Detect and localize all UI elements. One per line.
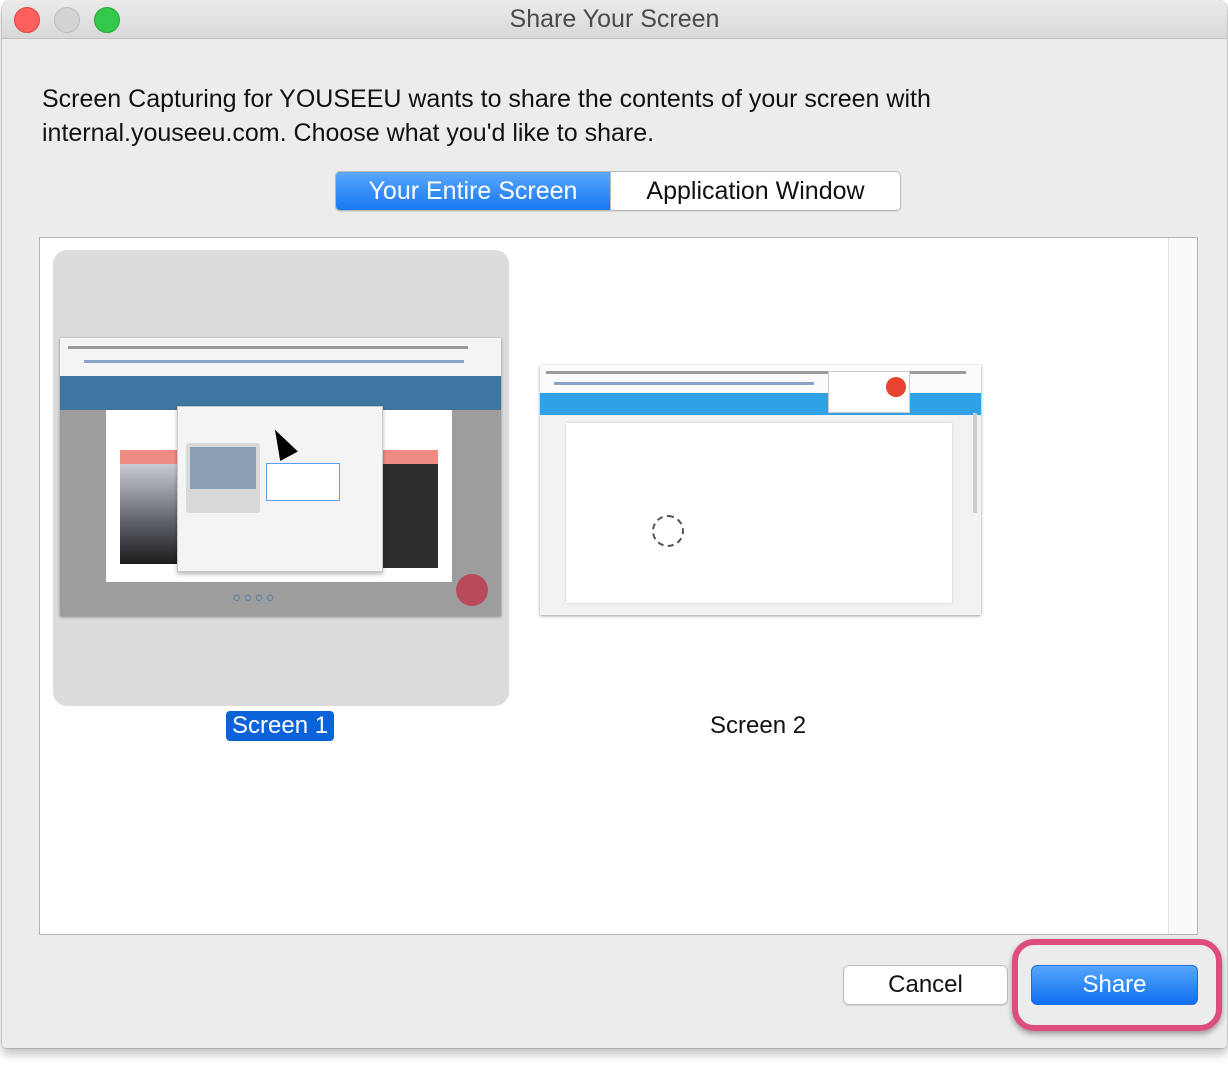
source-tabs: Your Entire Screen Application Window: [335, 171, 901, 211]
screen-1-thumbnail: ◦◦◦◦: [60, 338, 501, 616]
share-button-highlight: [1012, 939, 1222, 1031]
cancel-button[interactable]: Cancel: [843, 965, 1008, 1005]
title-bar: Share Your Screen: [2, 0, 1227, 39]
screen-2-label[interactable]: Screen 2: [704, 711, 812, 741]
thumb-dialog-mini-2: [266, 463, 340, 501]
thumb-line: [68, 346, 468, 349]
thumb-scrollbar: [973, 413, 977, 513]
thumb-record-icon: [886, 377, 906, 397]
thumb-dark-panel: [380, 464, 438, 568]
thumb-card: [566, 423, 952, 603]
panel-scrollbar[interactable]: [1168, 238, 1197, 934]
screen-2-thumbnail: [540, 365, 981, 615]
tab-entire-screen[interactable]: Your Entire Screen: [336, 172, 610, 210]
thumb-browser-bar: [60, 338, 501, 377]
tab-application-window[interactable]: Application Window: [610, 172, 900, 210]
thumb-app-header: [540, 393, 981, 415]
thumb-app-header: [60, 376, 501, 410]
screen-picker-panel: ◦◦◦◦ Screen 1 Screen 2: [39, 237, 1198, 935]
thumb-record-circle-icon: [456, 574, 488, 606]
screen-2-tile[interactable]: [509, 250, 981, 706]
screen-1-tile[interactable]: ◦◦◦◦: [53, 250, 509, 706]
thumb-logo-icon: ◦◦◦◦: [232, 582, 277, 612]
screen-1-label[interactable]: Screen 1: [226, 711, 335, 741]
thumb-dialog-mini-1: [190, 447, 256, 489]
share-screen-window: Share Your Screen Screen Capturing for Y…: [2, 0, 1227, 1048]
thumb-browser-bar: [540, 365, 981, 394]
share-message: Screen Capturing for YOUSEEU wants to sh…: [42, 85, 931, 147]
thumb-line: [554, 382, 814, 385]
thumb-line: [84, 360, 464, 363]
loading-spinner-icon: [652, 515, 684, 547]
window-title: Share Your Screen: [509, 5, 720, 33]
